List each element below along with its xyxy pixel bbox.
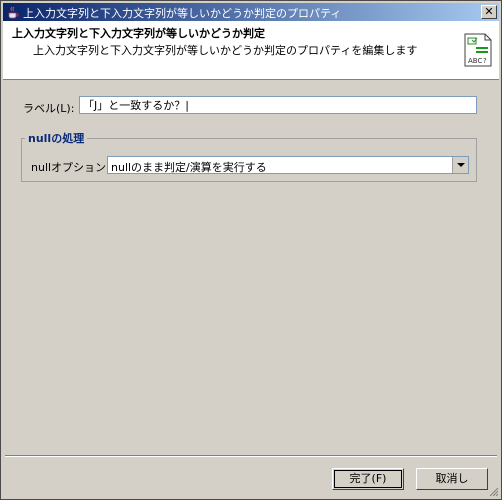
resize-grip-icon[interactable] <box>487 485 499 497</box>
text-compare-icon: ABC ? <box>464 33 492 67</box>
header-description: 上入力文字列と下入力文字列が等しいかどうか判定のプロパティを編集します <box>33 44 418 57</box>
label-input[interactable] <box>79 96 477 114</box>
java-cup-icon <box>8 6 19 19</box>
window-title: 上入力文字列と下入力文字列が等しいかどうか判定のプロパティ <box>23 7 342 20</box>
button-separator <box>5 455 497 457</box>
header-title: 上入力文字列と下入力文字列が等しいかどうか判定 <box>12 27 265 40</box>
label-field-label: ラベル(L): <box>23 102 75 115</box>
svg-text:?: ? <box>483 57 487 65</box>
close-icon: ✕ <box>484 5 494 18</box>
null-option-label: nullオプション: <box>31 161 110 174</box>
title-bar[interactable]: 上入力文字列と下入力文字列が等しいかどうか判定のプロパティ ✕ <box>3 3 499 21</box>
cancel-button[interactable]: 取消し <box>416 468 488 490</box>
chevron-down-icon[interactable] <box>452 157 468 173</box>
finish-button[interactable]: 完了(F) <box>332 468 404 490</box>
null-option-selected: nullのまま判定/演算を実行する <box>111 161 267 174</box>
close-button[interactable]: ✕ <box>481 5 497 19</box>
svg-text:ABC: ABC <box>468 57 482 65</box>
null-handling-group-title: nullの処理 <box>25 130 88 146</box>
header-panel: 上入力文字列と下入力文字列が等しいかどうか判定 上入力文字列と下入力文字列が等し… <box>3 21 499 80</box>
properties-dialog: 上入力文字列と下入力文字列が等しいかどうか判定のプロパティ ✕ 上入力文字列と下… <box>0 0 502 500</box>
null-option-select[interactable]: nullのまま判定/演算を実行する <box>107 156 469 174</box>
